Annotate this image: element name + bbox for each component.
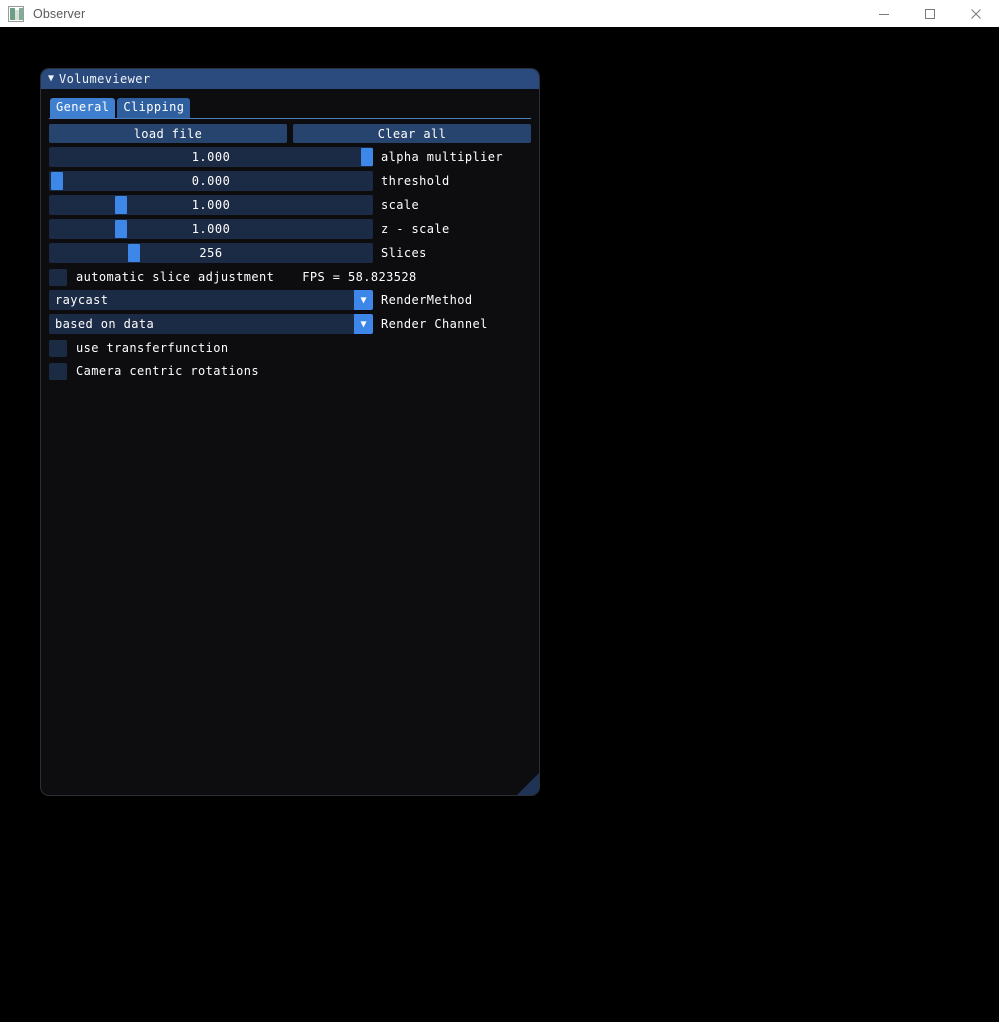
z-scale-slider-handle[interactable]: [115, 220, 127, 238]
tab-underline: [49, 118, 531, 119]
scale-slider-value: 1.000: [191, 198, 231, 212]
slices-slider-value: 256: [199, 246, 223, 260]
automatic-slice-adjustment-label: automatic slice adjustment: [76, 270, 275, 284]
close-icon: [971, 8, 981, 19]
application-window: Observer ▼ Volumeviewer General Clipping…: [0, 0, 999, 1022]
resize-grip-icon[interactable]: [517, 773, 539, 795]
threshold-label: threshold: [381, 174, 450, 188]
chevron-down-icon[interactable]: ▼: [354, 290, 373, 310]
render-channel-value: based on data: [55, 317, 155, 331]
render-method-label: RenderMethod: [381, 293, 473, 307]
use-transferfunction-checkbox[interactable]: [49, 339, 67, 357]
minimize-button[interactable]: [861, 0, 907, 27]
close-button[interactable]: [953, 0, 999, 27]
maximize-icon: [925, 8, 935, 19]
panel-title: Volumeviewer: [59, 72, 151, 86]
auto-slice-row: automatic slice adjustment FPS = 58.8235…: [49, 268, 531, 286]
render-channel-dropdown[interactable]: based on data ▼: [49, 314, 373, 334]
scale-slider-handle[interactable]: [115, 196, 127, 214]
load-file-button[interactable]: load file: [49, 124, 287, 143]
threshold-slider-handle[interactable]: [51, 172, 63, 190]
fps-readout: FPS = 58.823528: [302, 270, 417, 284]
render-method-value: raycast: [55, 293, 109, 307]
slider-row-threshold: 0.000 threshold: [49, 171, 531, 191]
slider-row-alpha-multiplier: 1.000 alpha multiplier: [49, 147, 531, 167]
camera-centric-rotations-checkbox[interactable]: [49, 362, 67, 380]
chevron-down-icon[interactable]: ▼: [354, 314, 373, 334]
use-transferfunction-label: use transferfunction: [76, 341, 229, 355]
window-title: Observer: [33, 6, 86, 21]
chevron-down-icon[interactable]: ▼: [48, 74, 54, 84]
slider-row-slices: 256 Slices: [49, 243, 531, 263]
scale-slider[interactable]: 1.000: [49, 195, 373, 215]
client-area: ▼ Volumeviewer General Clipping load fil…: [0, 27, 999, 1022]
render-method-dropdown[interactable]: raycast ▼: [49, 290, 373, 310]
use-transferfunction-row: use transferfunction: [49, 339, 531, 357]
minimize-icon: [879, 13, 889, 15]
slices-slider[interactable]: 256: [49, 243, 373, 263]
threshold-slider-value: 0.000: [191, 174, 231, 188]
z-scale-slider[interactable]: 1.000: [49, 219, 373, 239]
render-channel-label: Render Channel: [381, 317, 488, 331]
title-bar-left: Observer: [0, 0, 861, 27]
tab-general[interactable]: General: [50, 98, 116, 118]
volumeviewer-panel: ▼ Volumeviewer General Clipping load fil…: [40, 68, 540, 796]
window-controls: [861, 0, 999, 27]
alpha-multiplier-slider[interactable]: 1.000: [49, 147, 373, 167]
camera-centric-rotations-row: Camera centric rotations: [49, 362, 531, 380]
slider-row-z-scale: 1.000 z - scale: [49, 219, 531, 239]
dropdown-row-render-method: raycast ▼ RenderMethod: [49, 290, 531, 310]
panel-body: General Clipping load file Clear all 1.0…: [41, 89, 539, 795]
dropdown-row-render-channel: based on data ▼ Render Channel: [49, 314, 531, 334]
slices-slider-handle[interactable]: [128, 244, 140, 262]
scale-label: scale: [381, 198, 420, 212]
alpha-multiplier-slider-value: 1.000: [191, 150, 231, 164]
automatic-slice-adjustment-checkbox[interactable]: [49, 268, 67, 286]
tab-clipping[interactable]: Clipping: [117, 98, 191, 118]
image-icon: [8, 5, 24, 22]
z-scale-slider-value: 1.000: [191, 222, 231, 236]
tab-strip: General Clipping: [41, 89, 539, 118]
alpha-multiplier-slider-handle[interactable]: [361, 148, 373, 166]
title-bar: Observer: [0, 0, 999, 28]
alpha-multiplier-label: alpha multiplier: [381, 150, 503, 164]
panel-header[interactable]: ▼ Volumeviewer: [41, 69, 539, 89]
camera-centric-rotations-label: Camera centric rotations: [76, 364, 259, 378]
clear-all-button[interactable]: Clear all: [293, 124, 531, 143]
maximize-button[interactable]: [907, 0, 953, 27]
slices-label: Slices: [381, 246, 427, 260]
slider-row-scale: 1.000 scale: [49, 195, 531, 215]
z-scale-label: z - scale: [381, 222, 450, 236]
button-row: load file Clear all: [49, 124, 531, 143]
threshold-slider[interactable]: 0.000: [49, 171, 373, 191]
